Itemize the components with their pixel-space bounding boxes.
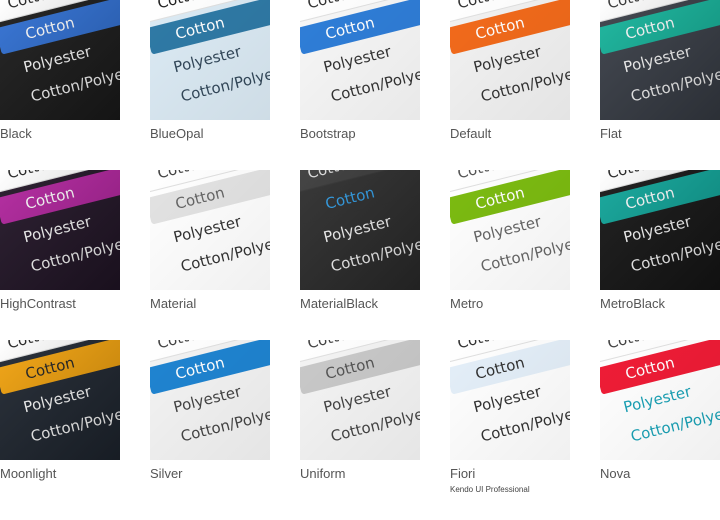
theme-name[interactable]: MaterialBlack xyxy=(300,296,420,312)
theme-preview[interactable]: CottonCottonPolyesterCotton/Polyester xyxy=(150,170,270,290)
preview-dropdown: CottonCottonPolyesterCotton/Polyester xyxy=(300,340,420,460)
theme-preview[interactable]: CottonCottonPolyesterCotton/Polyester xyxy=(450,170,570,290)
theme-tile[interactable]: CottonCottonPolyesterCotton/Polyester Def… xyxy=(450,0,570,142)
theme-preview[interactable]: CottonCottonPolyesterCotton/Polyester xyxy=(450,0,570,120)
theme-tile[interactable]: CottonCottonPolyesterCotton/Polyester Moo… xyxy=(0,340,120,482)
preview-dropdown: CottonCottonPolyesterCotton/Polyester xyxy=(300,170,420,290)
theme-tile[interactable]: CottonCottonPolyesterCotton/Polyester Boo… xyxy=(300,0,420,142)
theme-preview[interactable]: CottonCottonPolyesterCotton/Polyester xyxy=(600,170,720,290)
preview-dropdown: CottonCottonPolyesterCotton/Polyester xyxy=(150,340,270,460)
theme-name[interactable]: Metro xyxy=(450,296,570,312)
theme-tile[interactable]: CottonCottonPolyesterCotton/Polyester Blu… xyxy=(150,0,270,142)
preview-dropdown: CottonCottonPolyesterCotton/Polyester xyxy=(450,170,570,290)
theme-grid: CottonCottonPolyesterCotton/Polyester Bla… xyxy=(0,0,720,520)
preview-dropdown: CottonCottonPolyesterCotton/Polyester xyxy=(150,0,270,120)
theme-preview[interactable]: CottonCottonPolyesterCotton/Polyester xyxy=(450,340,570,460)
theme-preview[interactable]: CottonCottonPolyesterCotton/Polyester xyxy=(150,340,270,460)
theme-name[interactable]: Flat xyxy=(600,126,720,142)
preview-dropdown: CottonCottonPolyesterCotton/Polyester xyxy=(600,0,720,120)
theme-preview[interactable]: CottonCottonPolyesterCotton/Polyester xyxy=(0,0,120,120)
theme-preview[interactable]: CottonCottonPolyesterCotton/Polyester xyxy=(0,340,120,460)
preview-dropdown: CottonCottonPolyesterCotton/Polyester xyxy=(450,0,570,120)
theme-tile[interactable]: CottonCottonPolyesterCotton/Polyester Hig… xyxy=(0,170,120,312)
theme-preview[interactable]: CottonCottonPolyesterCotton/Polyester xyxy=(600,340,720,460)
theme-name[interactable]: BlueOpal xyxy=(150,126,270,142)
theme-tile[interactable]: CottonCottonPolyesterCotton/Polyester Uni… xyxy=(300,340,420,482)
preview-dropdown: CottonCottonPolyesterCotton/Polyester xyxy=(150,170,270,290)
theme-name[interactable]: Silver xyxy=(150,466,270,482)
theme-preview[interactable]: CottonCottonPolyesterCotton/Polyester xyxy=(300,0,420,120)
theme-tile[interactable]: CottonCottonPolyesterCotton/Polyester Mat… xyxy=(300,170,420,312)
theme-name[interactable]: Nova xyxy=(600,466,720,482)
theme-edition-note: Kendo UI Professional xyxy=(450,485,530,494)
theme-preview[interactable]: CottonCottonPolyesterCotton/Polyester xyxy=(0,170,120,290)
theme-tile[interactable]: CottonCottonPolyesterCotton/Polyester Bla… xyxy=(0,0,120,142)
theme-name[interactable]: Moonlight xyxy=(0,466,120,482)
preview-dropdown: CottonCottonPolyesterCotton/Polyester xyxy=(450,340,570,460)
theme-tile[interactable]: CottonCottonPolyesterCotton/Polyester Met… xyxy=(600,170,720,312)
theme-preview[interactable]: CottonCottonPolyesterCotton/Polyester xyxy=(300,170,420,290)
theme-name[interactable]: Default xyxy=(450,126,570,142)
theme-tile[interactable]: CottonCottonPolyesterCotton/Polyester Fla… xyxy=(600,0,720,142)
theme-tile[interactable]: CottonCottonPolyesterCotton/Polyester Nov… xyxy=(600,340,720,482)
theme-name[interactable]: Material xyxy=(150,296,270,312)
preview-dropdown: CottonCottonPolyesterCotton/Polyester xyxy=(600,340,720,460)
theme-preview[interactable]: CottonCottonPolyesterCotton/Polyester xyxy=(600,0,720,120)
preview-dropdown: CottonCottonPolyesterCotton/Polyester xyxy=(300,0,420,120)
theme-name[interactable]: HighContrast xyxy=(0,296,120,312)
theme-tile[interactable]: CottonCottonPolyesterCotton/Polyester Fio… xyxy=(450,340,570,494)
theme-name[interactable]: MetroBlack xyxy=(600,296,720,312)
theme-tile[interactable]: CottonCottonPolyesterCotton/Polyester Mat… xyxy=(150,170,270,312)
preview-dropdown: CottonCottonPolyesterCotton/Polyester xyxy=(600,170,720,290)
preview-dropdown: CottonCottonPolyesterCotton/Polyester xyxy=(0,0,120,120)
theme-name[interactable]: Uniform xyxy=(300,466,420,482)
theme-preview[interactable]: CottonCottonPolyesterCotton/Polyester xyxy=(150,0,270,120)
theme-name[interactable]: Black xyxy=(0,126,120,142)
theme-name[interactable]: Bootstrap xyxy=(300,126,420,142)
theme-tile[interactable]: CottonCottonPolyesterCotton/Polyester Sil… xyxy=(150,340,270,482)
preview-dropdown: CottonCottonPolyesterCotton/Polyester xyxy=(0,170,120,290)
theme-name[interactable]: Fiori xyxy=(450,466,570,482)
preview-dropdown: CottonCottonPolyesterCotton/Polyester xyxy=(0,340,120,460)
theme-preview[interactable]: CottonCottonPolyesterCotton/Polyester xyxy=(300,340,420,460)
theme-tile[interactable]: CottonCottonPolyesterCotton/Polyester Met… xyxy=(450,170,570,312)
